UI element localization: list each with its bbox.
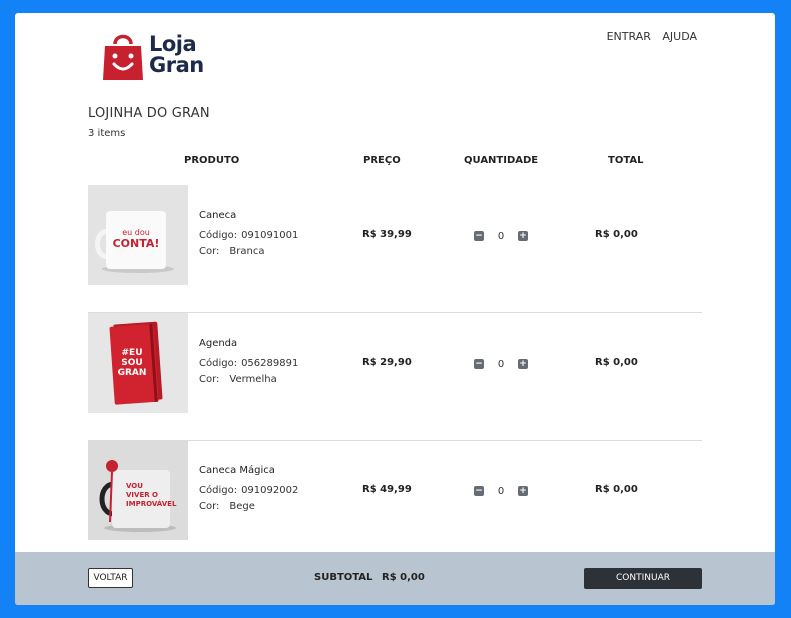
top-nav: ENTRAR AJUDA: [599, 30, 697, 43]
subtotal-value: R$ 0,00: [382, 572, 425, 583]
store-title: LOJINHA DO GRAN: [88, 106, 210, 121]
product-color: Cor: Vermelha: [199, 374, 277, 385]
logo-text: Loja Gran: [149, 34, 204, 76]
color-label: Cor:: [199, 246, 220, 257]
ajuda-link[interactable]: AJUDA: [662, 30, 697, 43]
entrar-link[interactable]: ENTRAR: [607, 30, 651, 43]
quantity-stepper: − 0 +: [474, 357, 528, 371]
column-header-produto: PRODUTO: [184, 155, 240, 166]
product-total: R$ 0,00: [595, 357, 638, 368]
code-label: Código:: [199, 230, 238, 241]
decrease-quantity-button[interactable]: −: [474, 359, 484, 369]
quantity-value: 0: [497, 358, 505, 370]
product-color: Cor: Branca: [199, 246, 264, 257]
magic-mug-image: VOU VIVER O IMPROVÁVEL: [88, 440, 188, 540]
product-image-agenda[interactable]: #EU SOU GRAN: [88, 313, 188, 413]
code-label: Código:: [199, 358, 238, 369]
cart-item-row: VOU VIVER O IMPROVÁVEL Caneca Mágica Cód…: [88, 440, 702, 568]
subtotal-label: SUBTOTAL: [314, 572, 373, 583]
product-name: Caneca Mágica: [199, 465, 275, 476]
product-image-caneca[interactable]: eu dou CONTA!: [88, 185, 188, 285]
cart-item-row: eu dou CONTA! Caneca Código: 091091001 Co…: [88, 185, 702, 313]
product-total: R$ 0,00: [595, 229, 638, 240]
cart-panel: Loja Gran ENTRAR AJUDA LOJINHA DO GRAN 3…: [15, 13, 775, 605]
increase-quantity-button[interactable]: +: [518, 486, 528, 496]
notebook-print-line-2: SOU: [121, 358, 142, 368]
product-image-caneca-magica[interactable]: VOU VIVER O IMPROVÁVEL: [88, 440, 188, 540]
cart-item-row: #EU SOU GRAN Agenda Código: 056289891 Cor…: [88, 313, 702, 441]
quantity-stepper: − 0 +: [474, 484, 528, 498]
mug-print-line-2: VIVER O: [126, 491, 158, 499]
code-value: 091092002: [241, 485, 299, 496]
product-code: Código: 091092002: [199, 485, 298, 496]
loja-gran-logo[interactable]: Loja Gran: [101, 30, 217, 86]
color-value: Bege: [229, 501, 255, 512]
notebook-print-line-3: GRAN: [118, 368, 147, 378]
voltar-button[interactable]: VOLTAR: [88, 568, 133, 588]
cart-footer: VOLTAR SUBTOTAL R$ 0,00 CONTINUAR: [15, 552, 775, 605]
mug-image: eu dou CONTA!: [88, 185, 188, 285]
increase-quantity-button[interactable]: +: [518, 359, 528, 369]
notebook-print-line-1: #EU: [122, 348, 143, 358]
logo-line-1: Loja: [149, 32, 197, 56]
code-value: 091091001: [241, 230, 299, 241]
items-count: 3 items: [88, 128, 126, 139]
increase-quantity-button[interactable]: +: [518, 231, 528, 241]
color-value: Branca: [229, 246, 265, 257]
mug-print-line-3: IMPROVÁVEL: [126, 499, 177, 508]
column-header-total: TOTAL: [608, 155, 644, 166]
product-name: Caneca: [199, 210, 237, 221]
product-total: R$ 0,00: [595, 484, 638, 495]
mug-print-line-1: eu dou: [122, 228, 150, 237]
color-label: Cor:: [199, 374, 220, 385]
color-value: Vermelha: [229, 374, 277, 385]
product-code: Código: 091091001: [199, 230, 298, 241]
product-price: R$ 29,90: [362, 357, 412, 368]
shopping-bag-icon: [103, 34, 143, 80]
column-header-preco: PREÇO: [363, 155, 401, 166]
color-label: Cor:: [199, 501, 220, 512]
product-code: Código: 056289891: [199, 358, 298, 369]
code-value: 056289891: [241, 358, 299, 369]
quantity-value: 0: [497, 485, 505, 497]
product-price: R$ 39,99: [362, 229, 412, 240]
decrease-quantity-button[interactable]: −: [474, 231, 484, 241]
continuar-button[interactable]: CONTINUAR: [584, 568, 702, 589]
mug-print-line-1: VOU: [126, 482, 143, 490]
product-price: R$ 49,99: [362, 484, 412, 495]
logo-line-2: Gran: [149, 53, 204, 77]
code-label: Código:: [199, 485, 238, 496]
decrease-quantity-button[interactable]: −: [474, 486, 484, 496]
product-name: Agenda: [199, 338, 238, 349]
quantity-stepper: − 0 +: [474, 229, 528, 243]
mug-print-line-2: CONTA!: [113, 237, 160, 250]
quantity-value: 0: [497, 230, 505, 242]
notebook-image: #EU SOU GRAN: [88, 313, 188, 413]
product-color: Cor: Bege: [199, 501, 255, 512]
column-header-quantidade: QUANTIDADE: [464, 155, 539, 166]
